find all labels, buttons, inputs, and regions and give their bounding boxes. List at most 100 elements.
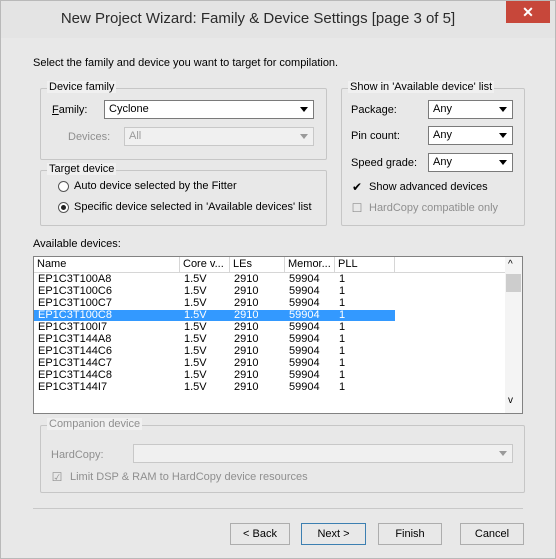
devices-dropdown[interactable]: All — [124, 127, 314, 146]
chevron-down-icon — [496, 156, 510, 169]
table-cell: 1.5V — [184, 369, 207, 381]
table-cell: 2910 — [234, 309, 259, 321]
table-cell: 59904 — [289, 273, 320, 285]
table-cell: 1 — [339, 345, 346, 357]
device-family-group: Device family — [40, 81, 327, 160]
show-filters-legend: Show in 'Available device' list — [348, 81, 495, 93]
table-cell: EP1C3T144C8 — [38, 369, 112, 381]
table-cell: 1 — [339, 369, 346, 381]
chevron-down-icon — [297, 103, 311, 116]
available-devices-label: Available devices: — [33, 238, 121, 250]
table-cell: 1 — [339, 273, 346, 285]
package-label: Package: — [351, 104, 397, 116]
finish-button[interactable]: Finish — [378, 523, 442, 545]
table-row[interactable]: EP1C3T144I7 1.5V 2910 59904 1 — [34, 382, 395, 393]
chevron-down-icon — [297, 130, 311, 143]
table-row[interactable]: EP1C3T100C8 1.5V 2910 59904 1 — [34, 310, 395, 321]
table-cell: EP1C3T144C7 — [38, 357, 112, 369]
column-header-pll[interactable]: PLL — [335, 257, 395, 273]
chevron-down-icon[interactable]: v — [508, 395, 513, 406]
family-value: Cyclone — [109, 103, 149, 115]
speed-grade-value: Any — [433, 156, 452, 168]
table-cell: EP1C3T144I7 — [38, 381, 108, 393]
table-cell: EP1C3T144C6 — [38, 345, 112, 357]
table-cell: 59904 — [289, 369, 320, 381]
table-cell: 59904 — [289, 381, 320, 393]
table-cell: 2910 — [234, 333, 259, 345]
hardcopy-dropdown[interactable] — [133, 444, 513, 463]
show-advanced-label: Show advanced devices — [369, 181, 488, 193]
table-cell: 59904 — [289, 309, 320, 321]
table-cell: 1.5V — [184, 297, 207, 309]
table-cell: 1.5V — [184, 345, 207, 357]
table-cell: EP1C3T100C6 — [38, 285, 112, 297]
table-row[interactable]: EP1C3T100C7 1.5V 2910 59904 1 — [34, 298, 395, 309]
table-row[interactable]: EP1C3T144C6 1.5V 2910 59904 1 — [34, 346, 395, 357]
table-cell: EP1C3T100C7 — [38, 297, 112, 309]
package-dropdown[interactable]: Any — [428, 100, 513, 119]
table-cell: 2910 — [234, 273, 259, 285]
table-cell: 59904 — [289, 345, 320, 357]
chevron-down-icon — [496, 103, 510, 116]
table-cell: EP1C3T100I7 — [38, 321, 108, 333]
button-separator — [33, 508, 523, 509]
specific-device-label: Specific device selected in 'Available d… — [74, 201, 312, 213]
pin-count-dropdown[interactable]: Any — [428, 126, 513, 145]
pin-count-label: Pin count: — [351, 130, 400, 142]
auto-device-label: Auto device selected by the Fitter — [74, 180, 237, 192]
table-cell: 2910 — [234, 369, 259, 381]
close-icon: ✕ — [522, 4, 534, 20]
column-header-core-voltage[interactable]: Core v... — [180, 257, 230, 273]
family-dropdown[interactable]: Cyclone — [104, 100, 314, 119]
column-header-memory[interactable]: Memor... — [285, 257, 335, 273]
hardcopy-only-checkbox[interactable]: ☐ — [351, 202, 363, 214]
pin-count-value: Any — [433, 129, 452, 141]
title-bar: New Project Wizard: Family & Device Sett… — [1, 1, 555, 38]
limit-dsp-label: Limit DSP & RAM to HardCopy device resou… — [70, 471, 308, 483]
package-value: Any — [433, 103, 452, 115]
table-row[interactable]: EP1C3T100A8 1.5V 2910 59904 1 — [34, 274, 395, 285]
back-button[interactable]: < Back — [230, 523, 290, 545]
column-header-blank — [395, 257, 507, 273]
next-button[interactable]: Next > — [301, 523, 366, 545]
table-cell: 1.5V — [184, 381, 207, 393]
table-row[interactable]: EP1C3T144A8 1.5V 2910 59904 1 — [34, 334, 395, 345]
auto-device-radio[interactable] — [58, 181, 69, 192]
available-devices-list[interactable]: Name Core v... LEs Memor... PLL EP1C3T10… — [33, 256, 523, 414]
table-row[interactable]: EP1C3T144C7 1.5V 2910 59904 1 — [34, 358, 395, 369]
hardcopy-only-label: HardCopy compatible only — [369, 202, 499, 214]
table-row[interactable]: EP1C3T100I7 1.5V 2910 59904 1 — [34, 322, 395, 333]
scrollbar-thumb[interactable] — [506, 274, 521, 292]
table-cell: 2910 — [234, 381, 259, 393]
table-cell: 1.5V — [184, 285, 207, 297]
table-cell: 1.5V — [184, 357, 207, 369]
table-cell: 59904 — [289, 297, 320, 309]
column-header-les[interactable]: LEs — [230, 257, 285, 273]
table-row[interactable]: EP1C3T100C6 1.5V 2910 59904 1 — [34, 286, 395, 297]
table-cell: 2910 — [234, 345, 259, 357]
family-label: Family: — [52, 104, 88, 116]
table-row[interactable]: EP1C3T144C8 1.5V 2910 59904 1 — [34, 370, 395, 381]
chevron-up-icon[interactable]: ^ — [508, 259, 513, 270]
table-cell: EP1C3T100A8 — [38, 273, 112, 285]
specific-device-radio[interactable] — [58, 202, 69, 213]
table-cell: 2910 — [234, 297, 259, 309]
chevron-down-icon — [496, 447, 510, 460]
cancel-button[interactable]: Cancel — [460, 523, 524, 545]
chevron-down-icon — [496, 129, 510, 142]
devices-value: All — [129, 130, 142, 142]
close-button[interactable]: ✕ — [506, 1, 550, 23]
table-cell: 59904 — [289, 333, 320, 345]
column-header-name[interactable]: Name — [34, 257, 180, 273]
companion-legend: Companion device — [47, 418, 143, 430]
table-cell: 2910 — [234, 357, 259, 369]
vertical-scrollbar[interactable]: ^ v — [505, 257, 522, 413]
table-cell: 1.5V — [184, 309, 207, 321]
show-advanced-checkbox[interactable]: ✔ — [351, 181, 363, 193]
device-family-legend: Device family — [47, 81, 117, 93]
speed-grade-dropdown[interactable]: Any — [428, 153, 513, 172]
limit-dsp-checkbox[interactable]: ☑ — [51, 471, 63, 483]
intro-text: Select the family and device you want to… — [33, 57, 339, 69]
target-device-group: Target device — [40, 163, 327, 226]
table-cell: 1.5V — [184, 333, 207, 345]
